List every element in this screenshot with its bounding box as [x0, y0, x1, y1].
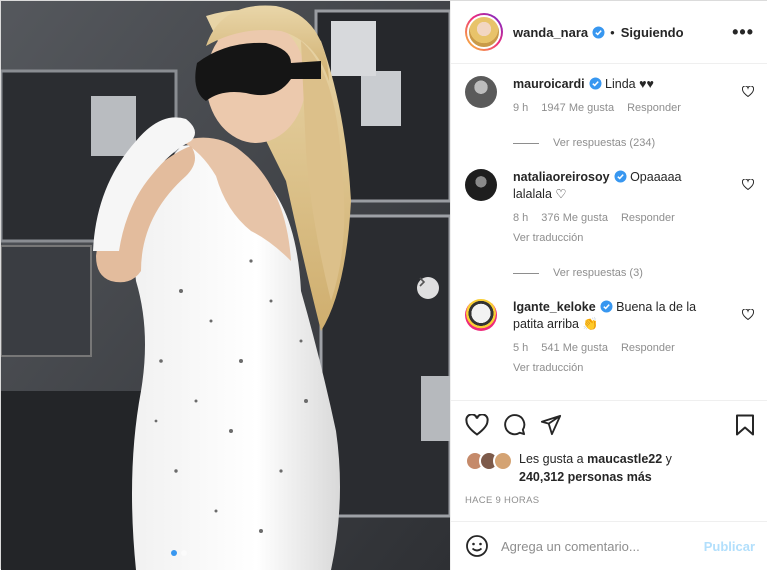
reply-button[interactable]: Responder [627, 100, 681, 117]
carousel-dot [181, 550, 187, 556]
carousel-dots [171, 550, 187, 556]
view-replies-button[interactable]: Ver respuestas (3) [513, 267, 754, 279]
emoji-smiley-icon[interactable] [465, 534, 489, 558]
post-actions: Les gusta a maucastle22 y 240,312 person… [451, 400, 767, 506]
more-options-icon[interactable]: ••• [732, 23, 754, 41]
likes-count[interactable]: 240,312 personas más [519, 470, 652, 484]
comment-likes[interactable]: 1947 Me gusta [541, 100, 614, 117]
comment: nataliaoreirosoy Opaaaaa lalalala ♡ 8 h … [465, 169, 755, 247]
add-comment-bar: Publicar [451, 521, 767, 570]
likes-prefix: Les gusta a [519, 452, 584, 466]
comment-likes[interactable]: 541 Me gusta [541, 340, 608, 357]
commenter-avatar[interactable] [465, 76, 497, 108]
carousel-dot [171, 550, 177, 556]
comment-like-heart-icon[interactable] [741, 177, 755, 195]
verified-badge-icon [589, 77, 602, 90]
post-header: wanda_nara • Siguiendo ••• [451, 1, 767, 64]
see-translation-link[interactable]: Ver traducción [513, 360, 723, 377]
likes-and: y [665, 452, 672, 466]
liker-avatar [493, 451, 513, 471]
comment-time: 8 h [513, 212, 529, 224]
author-avatar[interactable] [465, 13, 503, 51]
comment-username[interactable]: mauroicardi [513, 77, 585, 91]
comment: lgante_keloke Buena la de la patita arri… [465, 299, 755, 377]
verified-badge-icon [614, 170, 627, 183]
share-paper-plane-icon[interactable] [540, 414, 562, 436]
photo-illustration [1, 1, 450, 570]
view-replies-label: Ver respuestas (234) [553, 137, 656, 149]
commenter-avatar[interactable] [465, 169, 497, 201]
save-bookmark-icon[interactable] [735, 414, 755, 436]
comment-text: Linda ♥♥ [605, 77, 654, 91]
post-sidebar: wanda_nara • Siguiendo ••• mauroicardi L… [450, 1, 767, 570]
chevron-right-icon [419, 277, 426, 287]
header-separator: • [610, 24, 615, 40]
following-button[interactable]: Siguiendo [621, 25, 684, 40]
comment-input[interactable] [501, 538, 704, 554]
comment-time: 9 h [513, 102, 529, 114]
reply-button[interactable]: Responder [621, 210, 675, 227]
next-image-button[interactable] [417, 277, 439, 299]
reply-button[interactable]: Responder [621, 340, 675, 357]
likes-summary: Les gusta a maucastle22 y 240,312 person… [465, 450, 755, 486]
comment-username[interactable]: lgante_keloke [513, 300, 596, 314]
view-replies-button[interactable]: Ver respuestas (234) [513, 137, 754, 149]
publish-button[interactable]: Publicar [704, 539, 755, 554]
comment-likes[interactable]: 376 Me gusta [541, 210, 608, 227]
instagram-post: wanda_nara • Siguiendo ••• mauroicardi L… [0, 0, 767, 570]
comments-list: mauroicardi Linda ♥♥ 9 h 1947 Me gusta R… [451, 64, 767, 400]
liker-avatars [465, 451, 513, 471]
comment-like-heart-icon[interactable] [741, 84, 755, 102]
author-username[interactable]: wanda_nara [513, 25, 588, 40]
comment-time: 5 h [513, 342, 529, 354]
comment-like-heart-icon[interactable] [741, 307, 755, 325]
comment-bubble-icon[interactable] [503, 413, 526, 436]
verified-badge-icon [592, 26, 605, 39]
view-replies-label: Ver respuestas (3) [553, 267, 643, 279]
commenter-avatar[interactable] [465, 299, 497, 331]
comment: mauroicardi Linda ♥♥ 9 h 1947 Me gusta R… [465, 76, 755, 117]
see-translation-link[interactable]: Ver traducción [513, 230, 723, 247]
post-timestamp[interactable]: HACE 9 HORAS [465, 495, 755, 506]
verified-badge-icon [600, 300, 613, 313]
like-heart-icon[interactable] [465, 413, 489, 436]
comment-username[interactable]: nataliaoreirosoy [513, 170, 610, 184]
liker-username[interactable]: maucastle22 [587, 452, 662, 466]
post-photo[interactable] [1, 1, 450, 570]
